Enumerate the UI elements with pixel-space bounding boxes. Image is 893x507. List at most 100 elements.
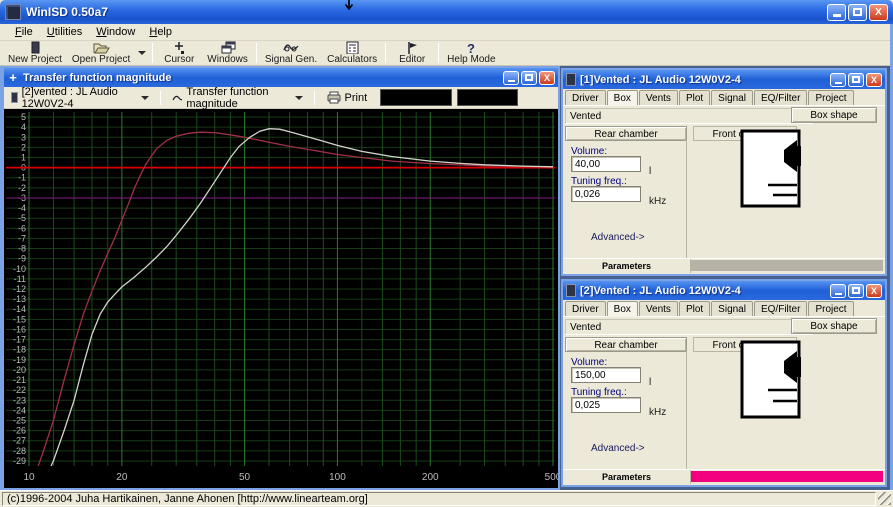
crosshair-icon: + (9, 70, 17, 85)
windows-button[interactable]: Windows (202, 41, 253, 65)
tab-eq-filter[interactable]: EQ/Filter (753, 301, 808, 316)
svg-text:?: ? (467, 41, 475, 54)
graph-type-selector[interactable]: Transfer function magnitude (169, 85, 306, 111)
open-project-button[interactable]: Open Project (67, 41, 135, 65)
rear-chamber-button[interactable]: Rear chamber (565, 126, 687, 141)
parameters-status-fill (691, 260, 883, 271)
project-2-titlebar[interactable]: [2]Vented : JL Audio 12W0V2-4 X (563, 281, 885, 300)
svg-text:2: 2 (21, 142, 26, 152)
statusbar: (c)1996-2004 Juha Hartikainen, Janne Aho… (0, 490, 893, 507)
box-tab-content: Vented Box shape Rear chamber Front cham… (563, 106, 885, 258)
svg-text:-7: -7 (18, 233, 26, 243)
new-project-icon (31, 41, 40, 54)
svg-text:20: 20 (116, 472, 128, 483)
tab-driver[interactable]: Driver (565, 90, 606, 105)
minimize-icon[interactable] (830, 283, 846, 298)
tab-plot[interactable]: Plot (678, 301, 711, 316)
parameters-tab[interactable]: Parameters (563, 259, 691, 273)
transfer-function-chart: 102050100200500543210-1-2-3-4-5-6-7-8-9-… (6, 112, 558, 483)
svg-text:-9: -9 (18, 254, 26, 264)
tuning-freq-input[interactable] (571, 397, 641, 413)
calculators-button[interactable]: Calculators (322, 41, 382, 65)
svg-text:500: 500 (545, 472, 558, 483)
minimize-icon[interactable] (503, 70, 519, 85)
tuning-freq-input[interactable] (571, 186, 641, 202)
svg-text:-28: -28 (13, 446, 26, 456)
parameters-bar: Parameters (563, 469, 885, 484)
tab-signal[interactable]: Signal (711, 301, 753, 316)
box-shape-button[interactable]: Box shape (791, 107, 877, 123)
close-icon[interactable]: X (539, 70, 555, 85)
project-2-title: [2]Vented : JL Audio 12W0V2-4 (580, 284, 741, 297)
tab-signal[interactable]: Signal (711, 90, 753, 105)
minimize-icon[interactable] (830, 72, 846, 87)
project-1-titlebar[interactable]: [1]Vented : JL Audio 12W0V2-4 X (563, 70, 885, 89)
svg-text:-15: -15 (13, 314, 26, 324)
readout-display-1 (380, 89, 453, 106)
tab-box[interactable]: Box (606, 301, 638, 316)
help-mode-button[interactable]: ? Help Mode (442, 41, 500, 65)
editor-button[interactable]: Editor (389, 41, 435, 65)
close-icon[interactable]: X (866, 283, 882, 298)
windows-icon (221, 41, 236, 54)
tab-vents[interactable]: Vents (638, 90, 678, 105)
project-icon (566, 284, 576, 297)
chevron-down-icon (294, 95, 303, 100)
svg-text:-13: -13 (13, 294, 26, 304)
print-button[interactable]: Print (323, 90, 371, 105)
menu-window[interactable]: Window (89, 25, 142, 39)
tab-vents[interactable]: Vents (638, 301, 678, 316)
maximize-icon[interactable] (848, 283, 864, 298)
volume-input[interactable] (571, 367, 641, 383)
statusbar-text: (c)1996-2004 Juha Hartikainen, Janne Aho… (2, 492, 876, 506)
tuning-freq-unit: kHz (649, 196, 667, 207)
box-shape-button[interactable]: Box shape (791, 318, 877, 334)
svg-text:-2: -2 (18, 183, 26, 193)
tab-box[interactable]: Box (606, 90, 638, 105)
parameters-tab[interactable]: Parameters (563, 470, 691, 484)
project-2-tabs: Driver Box Vents Plot Signal EQ/Filter P… (563, 300, 885, 317)
project-window-2: [2]Vented : JL Audio 12W0V2-4 X Driver B… (561, 279, 887, 487)
resize-grip-icon[interactable] (878, 492, 891, 505)
tab-eq-filter[interactable]: EQ/Filter (753, 90, 808, 105)
svg-text:-10: -10 (13, 264, 26, 274)
svg-text:-6: -6 (18, 223, 26, 233)
advanced-button[interactable]: Advanced-> (591, 443, 645, 454)
main-toolbar: New Project Open Project Cursor Windows … (0, 41, 893, 66)
tab-driver[interactable]: Driver (565, 301, 606, 316)
rear-chamber-button[interactable]: Rear chamber (565, 337, 687, 352)
new-project-button[interactable]: New Project (3, 41, 67, 65)
project-selector[interactable]: [2]vented : JL Audio 12W0V2-4 (8, 85, 152, 111)
maximize-icon[interactable] (848, 72, 864, 87)
calculator-icon (346, 41, 359, 54)
svg-text:-16: -16 (13, 324, 26, 334)
chevron-down-icon (140, 95, 149, 100)
open-project-dropdown[interactable] (135, 41, 149, 65)
project-icon (566, 73, 576, 86)
menu-utilities[interactable]: Utilities (40, 25, 89, 39)
cursor-button[interactable]: Cursor (156, 41, 202, 65)
menu-file[interactable]: File (8, 25, 40, 39)
tab-plot[interactable]: Plot (678, 90, 711, 105)
svg-text:-24: -24 (13, 405, 26, 415)
signal-gen-button[interactable]: Signal Gen. (260, 41, 322, 65)
svg-text:-29: -29 (13, 456, 26, 466)
maximize-icon[interactable] (848, 3, 867, 21)
transfer-function-plot[interactable]: 102050100200500543210-1-2-3-4-5-6-7-8-9-… (4, 109, 558, 488)
svg-text:5: 5 (21, 112, 26, 122)
menu-help[interactable]: Help (142, 25, 179, 39)
close-icon[interactable]: X (866, 72, 882, 87)
sine-wave-icon (283, 44, 299, 52)
close-icon[interactable]: X (869, 3, 888, 21)
tab-project[interactable]: Project (808, 301, 854, 316)
svg-text:-5: -5 (18, 213, 26, 223)
svg-text:-25: -25 (13, 415, 26, 425)
main-titlebar: WinISD 0.50a7 X (0, 0, 893, 24)
chevron-down-icon (138, 51, 147, 55)
tab-project[interactable]: Project (808, 90, 854, 105)
advanced-button[interactable]: Advanced-> (591, 232, 645, 243)
volume-input[interactable] (571, 156, 641, 172)
project-window-1: [1]Vented : JL Audio 12W0V2-4 X Driver B… (561, 68, 887, 276)
maximize-icon[interactable] (521, 70, 537, 85)
minimize-icon[interactable] (827, 3, 846, 21)
